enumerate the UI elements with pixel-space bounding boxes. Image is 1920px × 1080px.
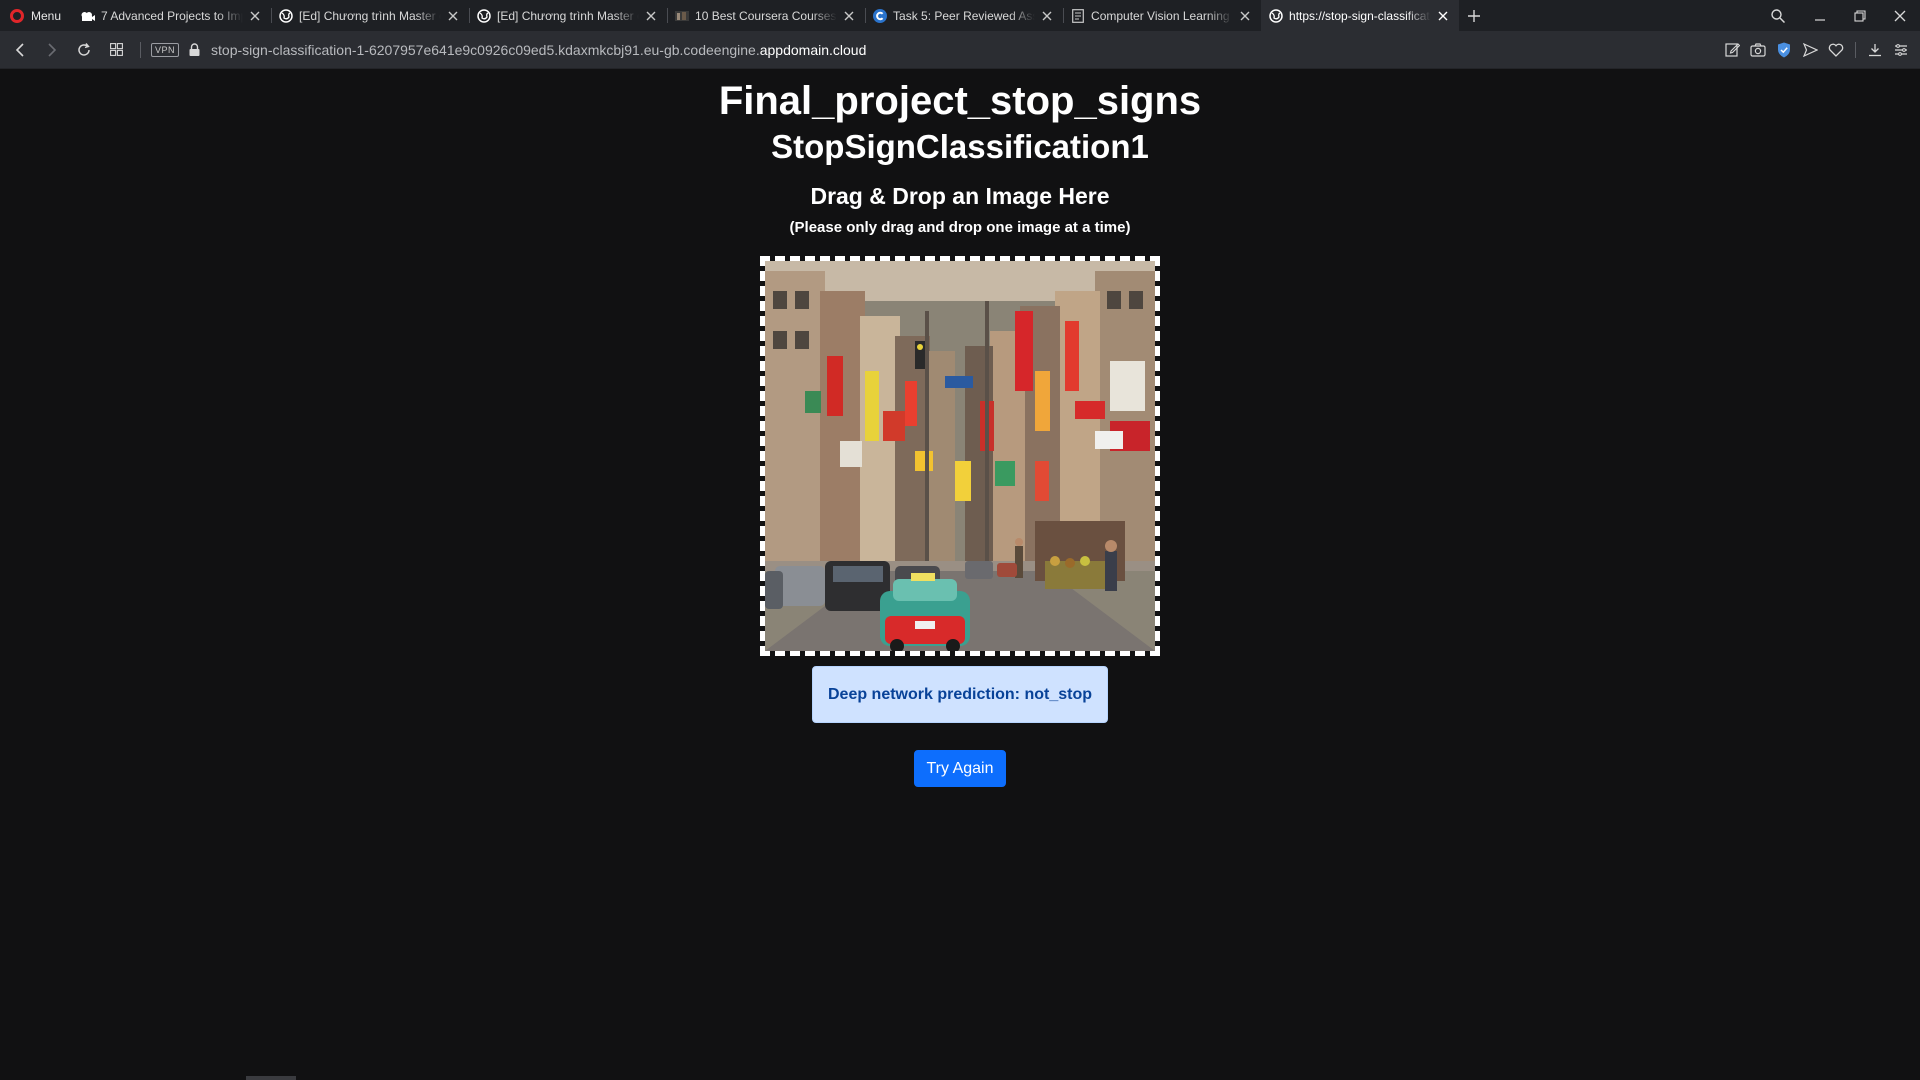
lock-icon[interactable] <box>187 42 201 58</box>
send-button[interactable] <box>1797 36 1823 64</box>
close-icon[interactable] <box>841 8 857 24</box>
thumbnail-icon <box>675 9 690 23</box>
menu-label: Menu <box>31 8 62 23</box>
camera-button[interactable] <box>1745 36 1771 64</box>
downloads-button[interactable] <box>1862 36 1888 64</box>
tab-search-button[interactable] <box>1756 0 1800 31</box>
drop-instructions: (Please only drag and drop one image at … <box>789 219 1131 236</box>
globe-icon <box>477 8 491 23</box>
close-window-button[interactable] <box>1880 0 1920 31</box>
bookmark-heart-button[interactable] <box>1823 36 1849 64</box>
page-content: Final_project_stop_signs StopSignClassif… <box>0 69 1920 1080</box>
url-domain: appdomain.cloud <box>759 41 867 58</box>
back-button[interactable] <box>4 34 36 66</box>
coursera-c-icon <box>873 8 888 23</box>
close-icon[interactable] <box>247 8 263 24</box>
opera-logo-icon <box>10 8 24 23</box>
tab-2[interactable]: [Ed] Chương trình Master of <box>271 0 469 31</box>
horizontal-scrollbar[interactable] <box>246 1076 296 1080</box>
restore-button[interactable] <box>1840 0 1880 31</box>
reload-icon <box>78 42 90 56</box>
new-tab-button[interactable] <box>1459 0 1489 31</box>
tab-title: Task 5: Peer Reviewed Assignment <box>893 8 1035 23</box>
model-title: StopSignClassification1 <box>771 128 1149 165</box>
chevron-right-icon <box>48 42 57 57</box>
camera-icon <box>1750 42 1766 57</box>
tab-strip: Menu 7 Advanced Projects to Improve [Ed]… <box>0 0 1920 31</box>
try-again-button[interactable]: Try Again <box>914 750 1006 787</box>
shield-icon <box>1778 42 1790 57</box>
send-icon <box>1802 42 1818 57</box>
plus-icon <box>1468 9 1481 22</box>
tab-title: [Ed] Chương trình Master of <box>497 8 640 23</box>
search-icon <box>1771 8 1785 23</box>
restore-icon <box>1854 9 1866 22</box>
address-bar: VPN stop-sign-classification-1-6207957e6… <box>0 31 1920 69</box>
tab-1[interactable]: 7 Advanced Projects to Improve <box>73 0 271 31</box>
forward-button[interactable] <box>36 34 68 66</box>
tab-title: 7 Advanced Projects to Improve <box>101 8 243 23</box>
tab-4[interactable]: 10 Best Coursera Courses and <box>667 0 865 31</box>
tab-title: 10 Best Coursera Courses and <box>695 8 837 23</box>
close-icon[interactable] <box>445 8 461 24</box>
settings-lines-icon <box>1895 43 1907 56</box>
tab-5[interactable]: Task 5: Peer Reviewed Assignment <box>865 0 1063 31</box>
divider <box>140 41 141 58</box>
project-title: Final_project_stop_signs <box>718 79 1202 123</box>
edit-icon <box>1724 43 1740 57</box>
minimize-icon <box>1815 18 1825 21</box>
tab-7-active[interactable]: https://stop-sign-classification <box>1261 0 1460 31</box>
close-icon[interactable] <box>643 8 659 24</box>
prediction-alert: Deep network prediction: not_stop <box>812 666 1108 723</box>
close-icon <box>1894 10 1906 21</box>
close-icon[interactable] <box>1237 8 1253 24</box>
easy-setup-button[interactable] <box>1888 36 1914 64</box>
download-icon <box>1869 43 1881 56</box>
url-prefix: stop-sign-classification-1-6207957e641e9… <box>211 41 760 58</box>
tab-3[interactable]: [Ed] Chương trình Master of <box>469 0 667 31</box>
close-icon[interactable] <box>1039 8 1055 24</box>
snapshot-edit-button[interactable] <box>1719 36 1745 64</box>
tab-title: [Ed] Chương trình Master of <box>299 8 442 23</box>
adblock-shield-button[interactable] <box>1771 36 1797 64</box>
video-camera-icon <box>81 9 96 23</box>
document-icon <box>1071 8 1085 23</box>
uploaded-street-image <box>765 261 1155 651</box>
globe-icon <box>1269 8 1283 23</box>
tiles-button[interactable] <box>100 34 132 66</box>
heart-icon <box>1828 43 1844 57</box>
tab-6[interactable]: Computer Vision Learning <box>1063 0 1261 31</box>
reload-button[interactable] <box>68 34 100 66</box>
minimize-button[interactable] <box>1800 0 1840 31</box>
close-icon[interactable] <box>1435 8 1451 24</box>
drop-heading: Drag & Drop an Image Here <box>810 183 1110 209</box>
divider <box>1855 41 1856 58</box>
tab-title: Computer Vision Learning <box>1091 8 1230 23</box>
image-dropzone[interactable] <box>760 256 1160 656</box>
tab-title: https://stop-sign-classification <box>1289 8 1432 23</box>
opera-menu-button[interactable]: Menu <box>0 0 73 31</box>
vpn-badge[interactable]: VPN <box>151 42 180 57</box>
url-field[interactable]: stop-sign-classification-1-6207957e641e9… <box>211 42 866 58</box>
grid-icon <box>109 43 123 56</box>
chevron-left-icon <box>15 42 24 57</box>
globe-icon <box>279 8 293 23</box>
